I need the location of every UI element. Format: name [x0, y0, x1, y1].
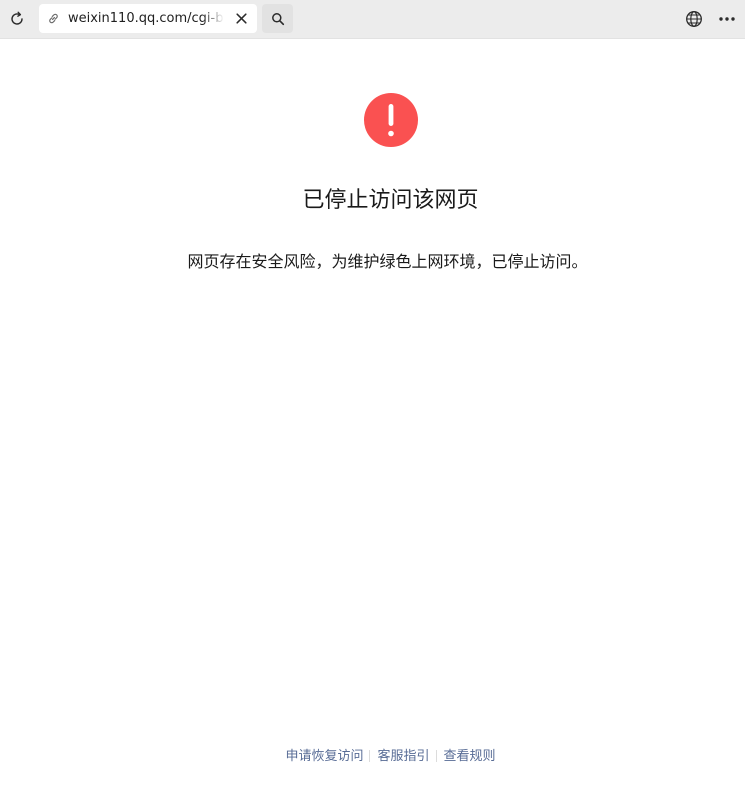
search-button[interactable] — [262, 4, 293, 33]
divider — [369, 749, 371, 762]
warning-icon — [364, 93, 418, 147]
link-icon — [49, 13, 58, 24]
more-icon — [719, 17, 735, 21]
page-title: 已停止访问该网页 — [302, 188, 479, 213]
reload-button[interactable] — [6, 8, 28, 30]
globe-icon — [686, 11, 702, 27]
reload-icon — [11, 11, 23, 25]
more-button[interactable] — [716, 9, 738, 29]
view-rules-link[interactable]: 查看规则 — [444, 749, 496, 764]
footer-links: 申请恢复访问 客服指引 查看规则 — [0, 746, 745, 768]
close-icon[interactable] — [235, 12, 248, 25]
customer-service-guide-link[interactable]: 客服指引 — [377, 749, 429, 764]
request-restore-access-link[interactable]: 申请恢复访问 — [285, 749, 363, 764]
divider — [435, 749, 437, 762]
browser-toolbar: weixin110.qq.com/cgi-bin/mmspamsupport-b… — [0, 0, 745, 39]
search-icon — [271, 12, 284, 25]
globe-button[interactable] — [684, 9, 704, 29]
url-text[interactable]: weixin110.qq.com/cgi-bin/mmspamsupport-b… — [68, 4, 224, 33]
address-bar[interactable]: weixin110.qq.com/cgi-bin/mmspamsupport-b… — [39, 4, 257, 33]
warning-message: 网页存在安全风险，为维护绿色上网环境，已停止访问。 — [187, 252, 588, 271]
